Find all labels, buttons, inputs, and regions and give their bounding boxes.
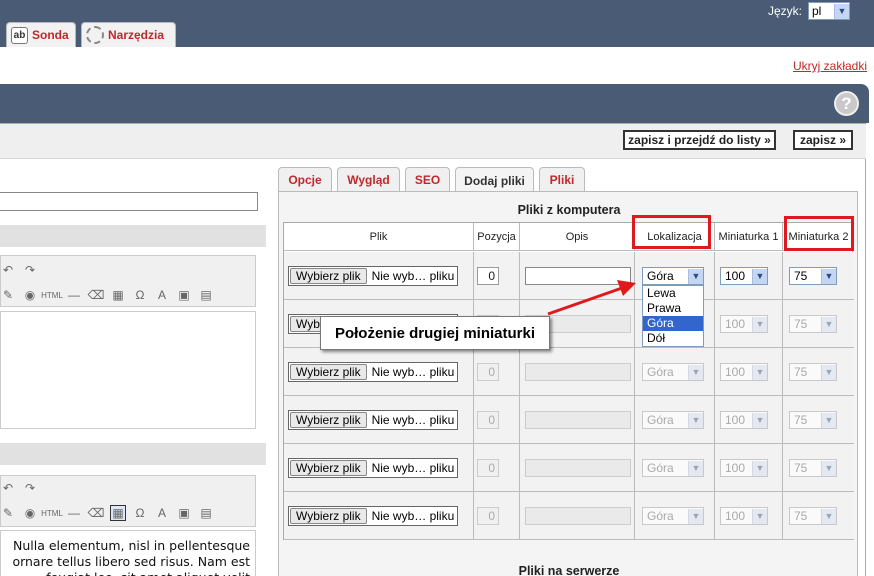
arrow-icon <box>547 280 636 316</box>
